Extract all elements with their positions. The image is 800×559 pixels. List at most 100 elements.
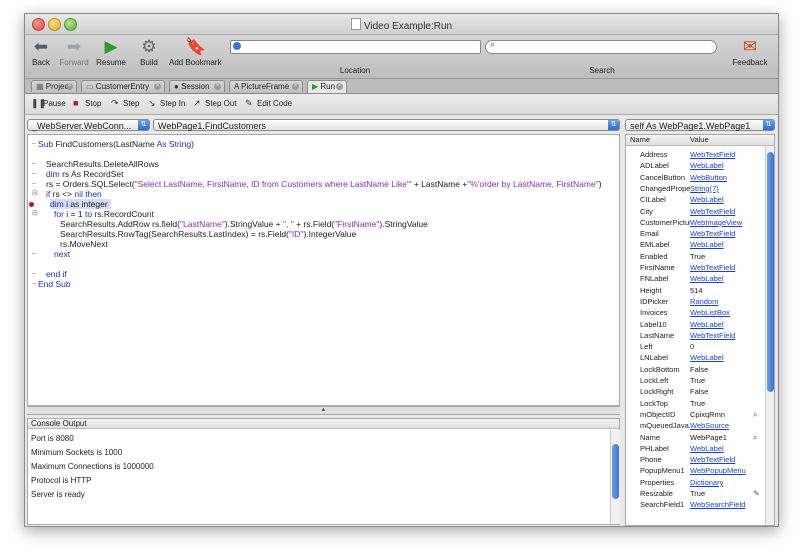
step-in-button[interactable]: ↘ Step In xyxy=(148,98,185,109)
variable-row[interactable]: LockRight False xyxy=(626,386,766,397)
variable-row[interactable]: PopupMenu1 WebPopupMenu xyxy=(626,465,766,476)
variable-row[interactable]: mQueuedJava... WebSource xyxy=(626,420,766,431)
variable-value[interactable]: WebPopupMenu xyxy=(690,465,746,476)
variable-value[interactable]: WebLabel xyxy=(690,352,724,363)
location-label: Location xyxy=(339,66,371,75)
variable-row[interactable]: LNLabel WebLabel xyxy=(626,352,766,363)
code-editor[interactable]: – – – – ⊟ ⊟ – – – Sub FindCustomers(Last… xyxy=(27,134,620,406)
variable-row[interactable]: FNLabel WebLabel xyxy=(626,273,766,284)
variable-value[interactable]: WebLabel xyxy=(690,194,724,205)
code-line: SearchResults.RowTag(SearchResults.LastI… xyxy=(60,229,357,239)
variable-row[interactable]: LockLeft True xyxy=(626,375,766,386)
stop-button[interactable]: ■ Stop xyxy=(73,98,101,108)
console-scrollbar[interactable] xyxy=(610,430,620,524)
pane-splitter[interactable]: ▲ xyxy=(27,406,620,415)
fold-marker[interactable]: ⊟ xyxy=(32,189,38,199)
variables-scrollbar[interactable] xyxy=(765,146,774,525)
variable-value[interactable]: WebLabel xyxy=(690,160,724,171)
forward-button[interactable]: ➡ Forward xyxy=(58,37,90,67)
feedback-button[interactable]: ✉ Feedback xyxy=(730,37,770,67)
scrollbar-thumb[interactable] xyxy=(767,152,774,392)
variable-row[interactable]: Label10 WebLabel xyxy=(626,319,766,330)
variable-row[interactable]: Resizable True ✎ xyxy=(626,488,766,499)
tab-pictureframe[interactable]: A PictureFrame × xyxy=(229,80,303,92)
pause-button[interactable]: ❚❚Pause xyxy=(31,98,66,109)
search-field[interactable]: ⌕ xyxy=(485,39,717,54)
variable-value[interactable]: String(7) xyxy=(690,183,719,194)
step-button[interactable]: ↷ Step xyxy=(111,98,139,109)
variable-value[interactable]: WebTextField xyxy=(690,330,735,341)
variable-row[interactable]: CancelButton WebButton xyxy=(626,172,766,183)
scrollbar-thumb[interactable] xyxy=(612,444,619,499)
variable-name: LockBottom xyxy=(640,364,680,374)
variable-value[interactable]: Random xyxy=(690,296,718,307)
variable-value[interactable]: WebLabel xyxy=(690,273,724,284)
fold-marker[interactable]: ⊟ xyxy=(32,209,38,219)
variable-value[interactable]: Dictionary xyxy=(690,477,723,488)
variables-header: Name Value xyxy=(626,135,774,146)
variable-row[interactable]: CILabel WebLabel xyxy=(626,194,766,205)
name-column-header[interactable]: Name xyxy=(630,135,650,145)
variable-row[interactable]: PHLabel WebLabel xyxy=(626,443,766,454)
tab-customerentry[interactable]: ▭ CustomerEntry × xyxy=(81,80,165,92)
magnifier-icon[interactable]: ⌕ xyxy=(753,409,757,420)
step-out-button[interactable]: ↗ Step Out xyxy=(193,98,237,109)
variable-value[interactable]: WebLabel xyxy=(690,239,724,250)
tab-run[interactable]: ▶ Run × xyxy=(307,80,347,93)
build-button[interactable]: ⚙ Build xyxy=(137,37,161,67)
variable-row[interactable]: Left 0 xyxy=(626,341,766,352)
variable-row[interactable]: Height 514 xyxy=(626,285,766,296)
back-button[interactable]: ⬅ Back xyxy=(29,37,53,67)
variable-row[interactable]: ADLabel WebLabel xyxy=(626,160,766,171)
variable-value[interactable]: WebListBox xyxy=(690,307,730,318)
variable-value[interactable]: WebLabel xyxy=(690,319,724,330)
tab-close-icon[interactable]: × xyxy=(292,83,299,90)
tab-close-icon[interactable]: × xyxy=(214,83,221,90)
method-popup[interactable]: WebPage1.FindCustomers ⇅ xyxy=(153,119,620,131)
edit-code-button[interactable]: ✎ Edit Code xyxy=(245,98,292,109)
variable-value[interactable]: WebTextField xyxy=(690,454,735,465)
variable-row[interactable]: FirstName WebTextField xyxy=(626,262,766,273)
variable-value[interactable]: WebTextField xyxy=(690,206,735,217)
variable-value[interactable]: WebTextField xyxy=(690,228,735,239)
variable-row[interactable]: ChangedPrope...String(7) xyxy=(626,183,766,194)
variable-row[interactable]: CustomerPictureWebImageView xyxy=(626,217,766,228)
resume-button[interactable]: ▶ Resume xyxy=(96,37,126,67)
breakpoint-marker[interactable] xyxy=(29,202,34,207)
variable-value[interactable]: WebTextField xyxy=(690,149,735,160)
variable-value[interactable]: WebSearchField xyxy=(690,499,745,510)
variable-row[interactable]: Name WebPage1 ⌕ xyxy=(626,432,766,443)
variable-value[interactable]: WebButton xyxy=(690,172,727,183)
variable-row[interactable]: LockTop True xyxy=(626,398,766,409)
variable-row[interactable]: mObjectID CpixqRmn ⌕ xyxy=(626,409,766,420)
location-field[interactable] xyxy=(230,40,481,54)
stack-popup[interactable]: _WebServer.WebConn... ⇅ xyxy=(27,119,150,131)
add-bookmark-button[interactable]: 🔖 Add Bookmark xyxy=(169,37,221,67)
self-popup[interactable]: self As WebPage1.WebPage1 ⇅ xyxy=(625,119,775,131)
variable-row[interactable]: Email WebTextField xyxy=(626,228,766,239)
tab-close-icon[interactable]: × xyxy=(66,83,73,90)
variable-row[interactable]: City WebTextField xyxy=(626,206,766,217)
variable-row[interactable]: SearchField1 WebSearchField xyxy=(626,499,766,510)
variable-value[interactable]: WebImageView xyxy=(690,217,742,228)
variable-row[interactable]: LastName WebTextField xyxy=(626,330,766,341)
tab-session[interactable]: ● Session × xyxy=(169,80,225,92)
variable-row[interactable]: Invoices WebListBox xyxy=(626,307,766,318)
variable-row[interactable]: Address WebTextField xyxy=(626,149,766,160)
variable-row[interactable]: Enabled True xyxy=(626,251,766,262)
variable-row[interactable]: IDPicker Random xyxy=(626,296,766,307)
tab-project[interactable]: ▦ Project × xyxy=(31,80,77,92)
magnifier-icon[interactable]: ⌕ xyxy=(753,432,757,443)
variable-row[interactable]: Properties Dictionary xyxy=(626,477,766,488)
fold-marker[interactable]: – xyxy=(32,139,36,149)
variable-value[interactable]: WebTextField xyxy=(690,262,735,273)
variable-value[interactable]: WebSource xyxy=(690,420,729,431)
tab-close-icon[interactable]: × xyxy=(154,83,161,90)
variable-row[interactable]: EMLabel WebLabel xyxy=(626,239,766,250)
variable-row[interactable]: Phone WebTextField xyxy=(626,454,766,465)
tab-close-icon[interactable]: × xyxy=(336,83,343,90)
value-column-header[interactable]: Value xyxy=(690,135,709,145)
variable-value[interactable]: WebLabel xyxy=(690,443,724,454)
pencil-icon[interactable]: ✎ xyxy=(753,488,760,499)
variable-row[interactable]: LockBottom False xyxy=(626,364,766,375)
